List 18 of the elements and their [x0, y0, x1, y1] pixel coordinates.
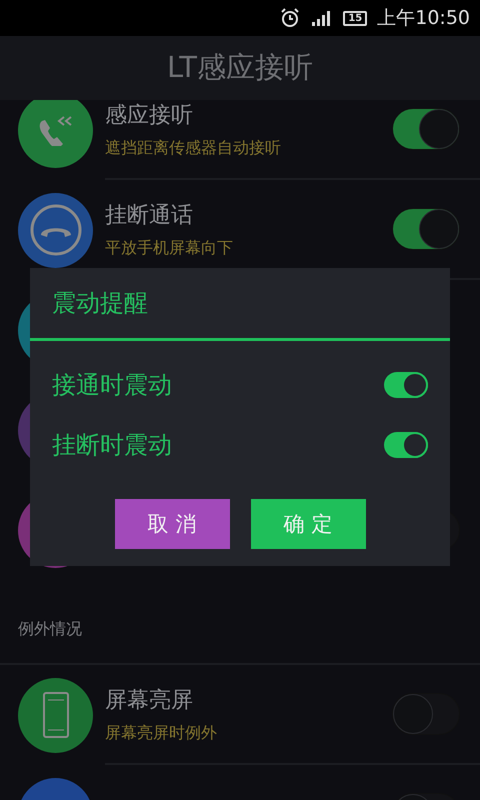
option-label: 接通时震动: [52, 370, 173, 401]
clock-time: 上午10:50: [377, 6, 470, 31]
setting-description: 遮挡距离传感器自动接听: [105, 138, 282, 158]
toggle-switch[interactable]: [384, 372, 428, 398]
cancel-button[interactable]: 取 消: [114, 499, 230, 549]
app-title: LT感应接听: [167, 49, 313, 86]
setting-title: 感应接听: [105, 102, 194, 130]
alarm-icon: [279, 7, 302, 29]
setting-title: 挂断通话: [105, 202, 194, 230]
smartphone-icon: [42, 692, 68, 738]
battery-level: 15: [343, 10, 368, 26]
setting-title: 屏幕亮屏: [105, 686, 194, 714]
setting-description: 平放手机屏幕向下: [105, 238, 234, 258]
section-header: 例外情况: [18, 619, 82, 640]
phone-arrows-icon: [38, 114, 72, 146]
hangup-phone-icon: [30, 204, 82, 256]
setting-description: 屏幕亮屏时例外: [105, 722, 218, 744]
toggle-switch[interactable]: [384, 432, 428, 458]
